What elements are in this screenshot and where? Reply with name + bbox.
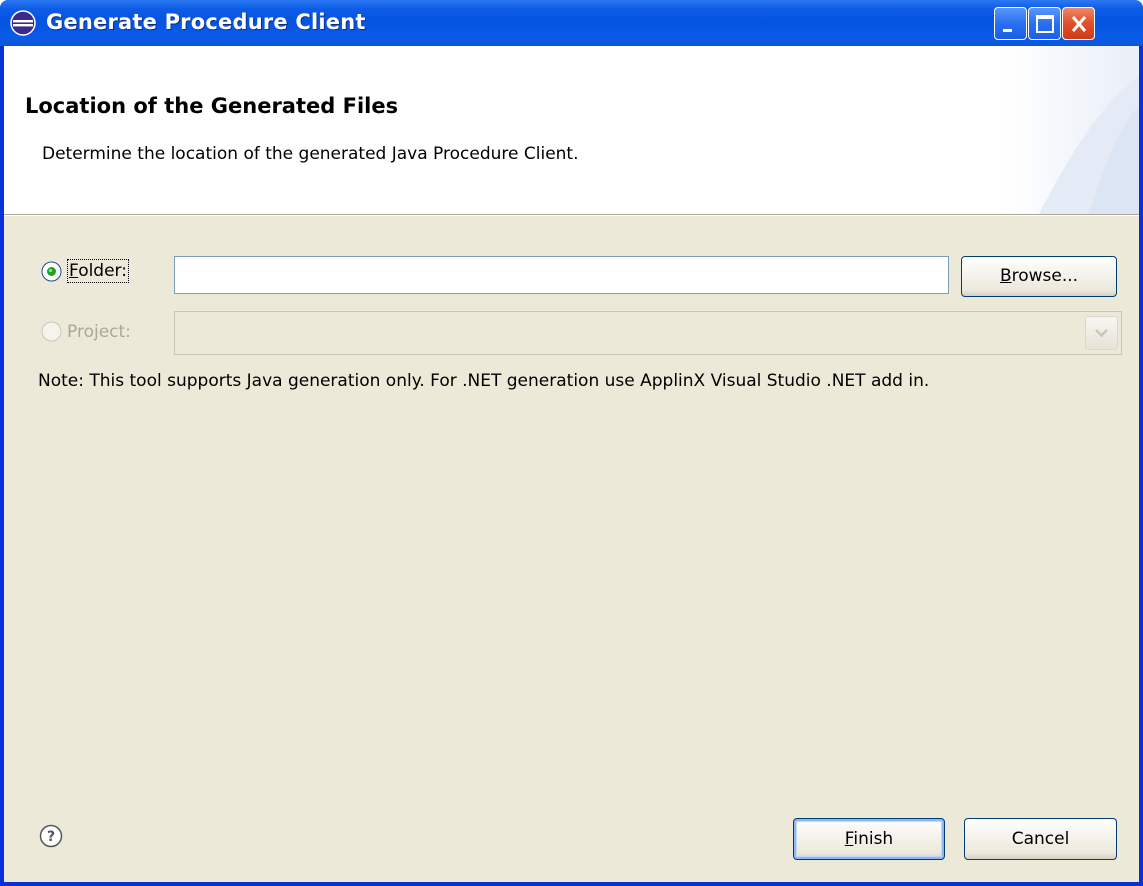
window-frame-right xyxy=(1139,46,1143,886)
banner-description: Determine the location of the generated … xyxy=(42,144,579,164)
dialog-window: Generate Procedure Client Location of th… xyxy=(0,0,1143,886)
project-radio[interactable] xyxy=(41,321,62,342)
wizard-banner: Location of the Generated Files Determin… xyxy=(4,46,1139,214)
folder-label-mnemonic: F xyxy=(69,261,79,281)
project-select-dropdown[interactable] xyxy=(1085,316,1118,350)
project-label: Project: xyxy=(67,322,131,342)
close-icon xyxy=(1071,16,1087,32)
eclipse-icon xyxy=(10,10,36,36)
finish-button[interactable]: Finish xyxy=(793,818,945,860)
maximize-button[interactable] xyxy=(1028,7,1061,40)
banner-decoration xyxy=(999,46,1139,214)
close-button[interactable] xyxy=(1062,7,1095,40)
title-bar[interactable]: Generate Procedure Client xyxy=(0,0,1143,46)
window-frame-bottom xyxy=(0,882,1143,886)
minimize-button[interactable] xyxy=(994,7,1027,40)
banner-title: Location of the Generated Files xyxy=(25,94,399,118)
browse-button[interactable]: Browse... xyxy=(961,256,1117,297)
folder-label-text: older: xyxy=(78,261,127,281)
browse-mnemonic: B xyxy=(999,266,1012,286)
folder-label[interactable]: Folder: xyxy=(67,259,129,283)
project-select[interactable] xyxy=(174,311,1122,355)
generation-note: Note: This tool supports Java generation… xyxy=(38,371,930,391)
finish-label: inish xyxy=(853,829,894,849)
cancel-button[interactable]: Cancel xyxy=(964,818,1117,860)
dialog-body: Folder: Browse... Project: Note: This to… xyxy=(4,216,1139,882)
folder-input[interactable] xyxy=(174,256,949,294)
window-title: Generate Procedure Client xyxy=(46,10,366,34)
svg-text:?: ? xyxy=(47,829,55,845)
maximize-icon xyxy=(1036,15,1054,33)
chevron-down-icon xyxy=(1095,329,1108,338)
help-icon[interactable]: ? xyxy=(39,824,63,848)
folder-radio[interactable] xyxy=(41,261,62,282)
minimize-icon xyxy=(1003,29,1012,32)
browse-label: rowse... xyxy=(1011,266,1079,286)
